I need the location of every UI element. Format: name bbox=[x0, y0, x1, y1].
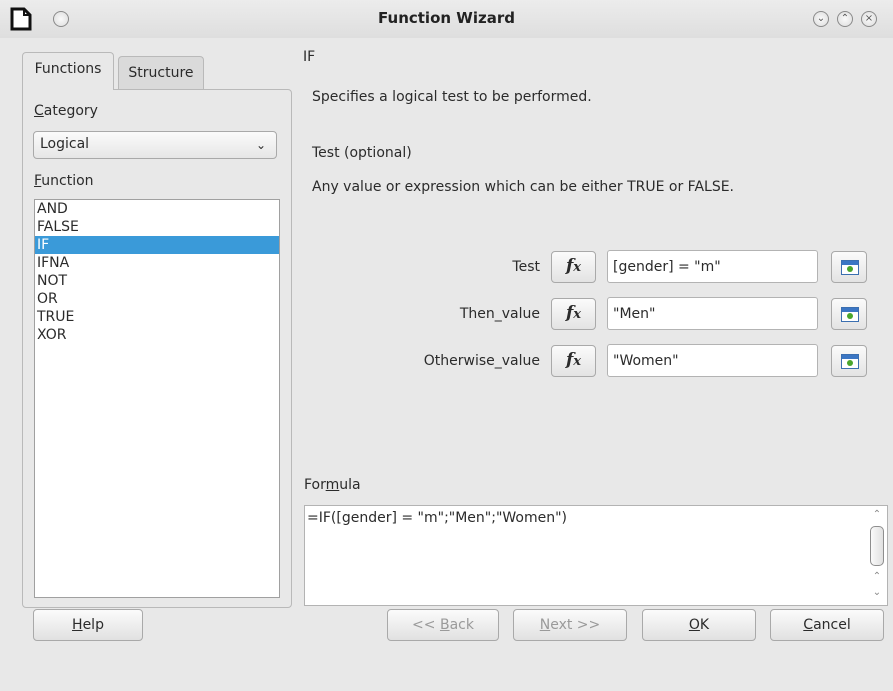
button-label-mnemonic: H bbox=[72, 617, 83, 633]
argument-description: Any value or expression which can be eit… bbox=[312, 179, 735, 195]
arg-label-then-value: Then_value bbox=[459, 306, 540, 322]
button-label-end: elp bbox=[82, 617, 104, 633]
then-value-input[interactable]: "Men" bbox=[607, 297, 818, 330]
formula-editor[interactable]: =IF([gender] = "m";"Men";"Women") ⌃ ⌃ ⌄ bbox=[304, 505, 888, 606]
arg-label-test: Test bbox=[512, 259, 540, 275]
shrink-button-test[interactable] bbox=[831, 251, 867, 283]
formula-label-end: ula bbox=[339, 477, 361, 493]
category-label: Category bbox=[34, 103, 98, 119]
function-list-item[interactable]: IFNA bbox=[35, 254, 279, 272]
minimize-icon[interactable]: ⌄ bbox=[813, 11, 829, 27]
scroll-up-icon[interactable]: ⌃ bbox=[871, 509, 883, 520]
function-listbox[interactable]: AND FALSE IF IFNA NOT OR TRUE XOR bbox=[34, 199, 280, 598]
button-label-end: ancel bbox=[813, 617, 851, 633]
argument-title: Test (optional) bbox=[312, 145, 412, 161]
shrink-button-then-value[interactable] bbox=[831, 298, 867, 330]
function-label: Function bbox=[34, 173, 94, 189]
formula-label: Formula bbox=[304, 477, 361, 493]
otherwise-value-input[interactable]: "Women" bbox=[607, 344, 818, 377]
shrink-button-otherwise-value[interactable] bbox=[831, 345, 867, 377]
arg-label-otherwise-value: Otherwise_value bbox=[423, 353, 540, 369]
fx-button-otherwise-value[interactable]: fx bbox=[551, 345, 596, 377]
formula-label-start: For bbox=[304, 477, 326, 493]
tab-structure[interactable]: Structure bbox=[118, 56, 204, 90]
function-name: IF bbox=[303, 49, 316, 65]
cancel-button[interactable]: Cancel bbox=[770, 609, 884, 641]
fx-glyph-x: x bbox=[573, 307, 582, 322]
shrink-icon bbox=[841, 354, 859, 369]
fx-glyph-x: x bbox=[573, 260, 582, 275]
scroll-down-icon[interactable]: ⌄ bbox=[871, 587, 883, 598]
help-button[interactable]: Help bbox=[33, 609, 143, 641]
next-button[interactable]: Next >> bbox=[513, 609, 627, 641]
button-label-end: K bbox=[699, 617, 710, 633]
function-list-item[interactable]: FALSE bbox=[35, 218, 279, 236]
scroll-thumb[interactable] bbox=[870, 526, 884, 566]
function-description: Specifies a logical test to be performed… bbox=[312, 89, 592, 105]
button-label-start: << bbox=[412, 617, 440, 633]
fx-glyph-x: x bbox=[573, 354, 582, 369]
function-list-item[interactable]: OR bbox=[35, 290, 279, 308]
category-label-text: ategory bbox=[43, 103, 98, 119]
button-label-mnemonic: O bbox=[688, 617, 700, 633]
formula-label-mnemonic: m bbox=[325, 477, 340, 493]
function-list-item[interactable]: AND bbox=[35, 200, 279, 218]
formula-scrollbar[interactable]: ⌃ ⌃ ⌄ bbox=[868, 507, 886, 604]
function-list-item[interactable]: NOT bbox=[35, 272, 279, 290]
fx-button-then-value[interactable]: fx bbox=[551, 298, 596, 330]
back-button[interactable]: << Back bbox=[387, 609, 499, 641]
ok-button[interactable]: OK bbox=[642, 609, 756, 641]
tab-functions[interactable]: Functions bbox=[22, 52, 114, 90]
test-input[interactable]: [gender] = "m" bbox=[607, 250, 818, 283]
button-label-end: ext >> bbox=[550, 617, 601, 633]
close-icon[interactable]: × bbox=[861, 11, 877, 27]
button-label-end: ack bbox=[449, 617, 474, 633]
function-list-item[interactable]: TRUE bbox=[35, 308, 279, 326]
maximize-icon[interactable]: ⌃ bbox=[837, 11, 853, 27]
formula-text: =IF([gender] = "m";"Men";"Women") bbox=[307, 510, 568, 526]
shrink-icon bbox=[841, 260, 859, 275]
button-label-mnemonic: N bbox=[539, 617, 551, 633]
scroll-up-icon[interactable]: ⌃ bbox=[871, 571, 883, 582]
button-label-mnemonic: B bbox=[439, 617, 450, 633]
fx-button-test[interactable]: fx bbox=[551, 251, 596, 283]
function-list-item[interactable]: IF bbox=[35, 236, 279, 254]
chevron-down-icon: ⌄ bbox=[255, 138, 266, 152]
window-title: Function Wizard bbox=[378, 9, 515, 27]
title-bar: Function Wizard ⌄ ⌃ × bbox=[0, 0, 893, 38]
function-label-text: unction bbox=[41, 173, 94, 189]
function-list-item[interactable]: XOR bbox=[35, 326, 279, 344]
category-dropdown[interactable]: Logical ⌄ bbox=[33, 131, 277, 159]
category-selected: Logical bbox=[40, 136, 90, 152]
button-label-mnemonic: C bbox=[803, 617, 814, 633]
shrink-icon bbox=[841, 307, 859, 322]
category-label-mnemonic: C bbox=[34, 103, 44, 119]
